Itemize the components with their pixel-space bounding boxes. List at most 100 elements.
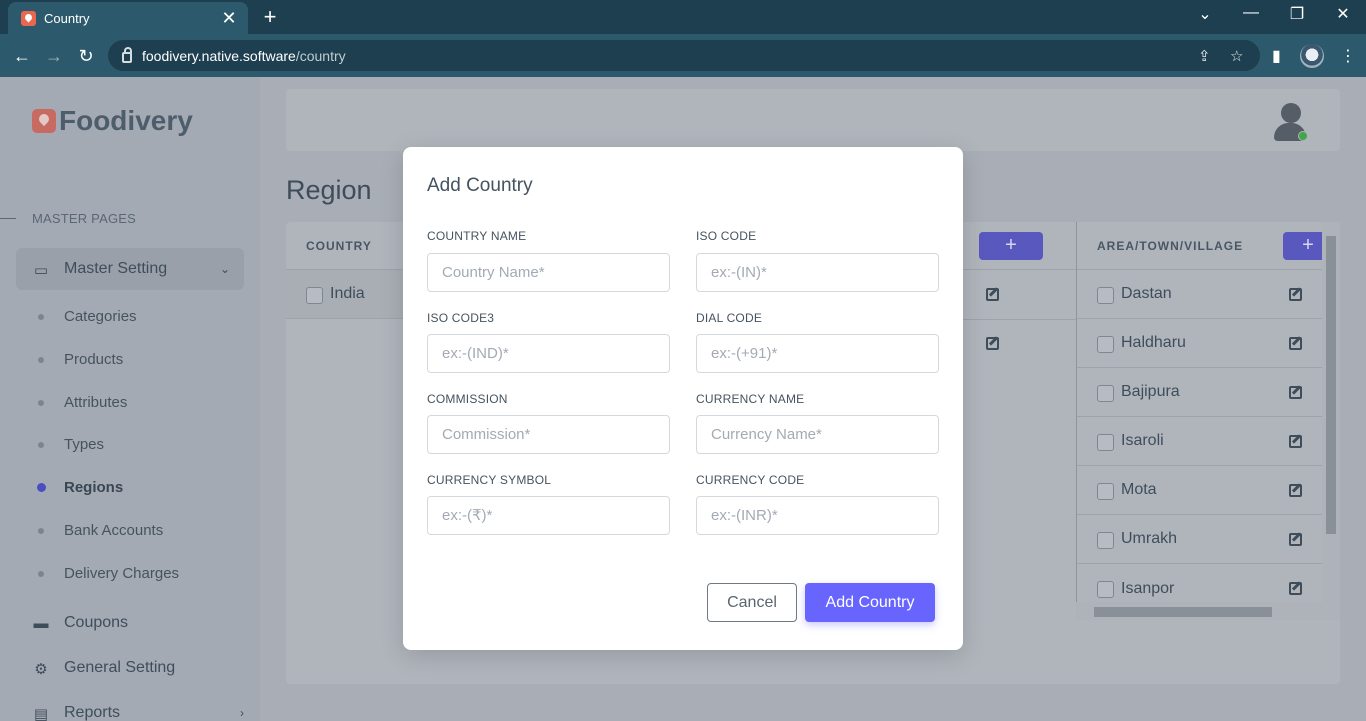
sidebar-item-reports[interactable]: ▤ Reports › <box>32 704 244 721</box>
currency-name-input[interactable] <box>696 415 939 454</box>
row-checkbox[interactable] <box>1097 531 1114 549</box>
area-name: Dastan <box>1121 285 1172 302</box>
browser-tab-bar: Country ✕ + ⌄ — ❐ ✕ <box>0 0 1366 34</box>
tab-search-icon[interactable]: ⌄ <box>1190 4 1220 24</box>
logo-text: Foodivery <box>59 105 193 136</box>
edit-icon[interactable] <box>1289 435 1302 448</box>
edit-icon[interactable] <box>986 337 999 350</box>
logo[interactable]: Foodivery <box>32 105 193 137</box>
row-checkbox[interactable] <box>1097 335 1114 353</box>
sidebar-item-products[interactable]: Products <box>38 351 123 368</box>
sidebar-item-types[interactable]: Types <box>38 436 104 453</box>
chevron-right-icon: › <box>240 706 244 720</box>
area-name: Haldharu <box>1121 334 1186 351</box>
edit-icon[interactable] <box>1289 337 1302 350</box>
sidebar-item-delivery-charges[interactable]: Delivery Charges <box>38 565 179 582</box>
country-name-label: COUNTRY NAME <box>427 229 527 243</box>
dial-code-label: DIAL CODE <box>696 311 763 325</box>
modal-title: Add Country <box>427 175 533 196</box>
vertical-scrollbar[interactable] <box>1322 222 1340 620</box>
bullet-icon <box>38 313 44 320</box>
horizontal-scrollbar[interactable] <box>1076 602 1324 620</box>
user-avatar-icon[interactable] <box>1274 103 1308 141</box>
bullet-icon <box>38 570 44 577</box>
iso-code-label: ISO CODE <box>696 229 757 243</box>
profile-avatar-icon[interactable] <box>1300 44 1324 68</box>
area-name: Umrakh <box>1121 530 1178 547</box>
row-checkbox[interactable] <box>1097 433 1114 451</box>
row-checkbox[interactable] <box>1097 384 1114 402</box>
table-row[interactable]: Bajipura <box>1077 368 1324 417</box>
currency-symbol-input[interactable] <box>427 496 670 535</box>
sidebar-item-label: Coupons <box>64 614 129 631</box>
add-state-button[interactable]: + <box>979 232 1043 260</box>
sidebar-item-regions[interactable]: Regions <box>37 479 123 496</box>
row-checkbox[interactable] <box>1097 286 1114 304</box>
page-title: Region <box>286 175 372 205</box>
sidebar-item-label: Products <box>64 351 124 368</box>
edit-icon[interactable] <box>1289 288 1302 301</box>
ticket-icon: ▬ <box>33 615 49 632</box>
iso-code3-input[interactable] <box>427 334 670 373</box>
add-country-button[interactable]: Add Country <box>805 583 935 622</box>
address-bar[interactable]: foodivery.native.software/country ⇪ ☆ <box>108 40 1260 71</box>
commission-input[interactable] <box>427 415 670 454</box>
row-checkbox[interactable] <box>1097 482 1114 500</box>
country-name-input[interactable] <box>427 253 670 292</box>
reload-icon[interactable]: ↻ <box>73 43 99 69</box>
sidebar-item-label: Bank Accounts <box>64 522 164 539</box>
row-checkbox[interactable] <box>1097 581 1114 598</box>
sidebar-item-label: Reports <box>64 704 121 721</box>
sidebar-item-label: Delivery Charges <box>64 565 180 582</box>
area-name: Bajipura <box>1121 383 1180 400</box>
table-row[interactable]: Mota <box>1077 466 1324 515</box>
area-name: Isaroli <box>1121 432 1164 449</box>
section-label: MASTER PAGES <box>32 211 137 226</box>
url-path: /country <box>295 47 346 64</box>
table-row[interactable]: Isaroli <box>1077 417 1324 466</box>
table-row[interactable]: Umrakh <box>1077 515 1324 564</box>
sidebar-item-general-setting[interactable]: ⚙ General Setting <box>32 659 244 678</box>
currency-code-input[interactable] <box>696 496 939 535</box>
forward-icon[interactable]: → <box>41 43 67 69</box>
table-row[interactable]: Haldharu <box>1077 319 1324 368</box>
edit-icon[interactable] <box>1289 533 1302 546</box>
logo-pin-icon <box>32 109 56 133</box>
row-checkbox[interactable] <box>306 286 323 304</box>
tab-close-icon[interactable]: ✕ <box>220 8 238 29</box>
book-icon: ▭ <box>33 262 49 279</box>
browser-menu-icon[interactable]: ⋮ <box>1340 46 1356 66</box>
side-panel-icon[interactable]: ▮ <box>1272 46 1281 66</box>
bullet-icon <box>38 399 44 406</box>
browser-tab[interactable]: Country ✕ <box>8 2 248 34</box>
share-icon[interactable]: ⇪ <box>1198 47 1211 65</box>
sidebar-item-bank-accounts[interactable]: Bank Accounts <box>38 522 163 539</box>
sidebar: Foodivery MASTER PAGES ▭ Master Setting … <box>0 77 260 721</box>
edit-icon[interactable] <box>1289 386 1302 399</box>
sidebar-item-categories[interactable]: Categories <box>38 308 137 325</box>
minimize-icon[interactable]: — <box>1236 4 1266 22</box>
bullet-icon <box>38 441 44 448</box>
back-icon[interactable]: ← <box>9 43 35 69</box>
sidebar-item-label: Types <box>64 436 105 453</box>
dial-code-input[interactable] <box>696 334 939 373</box>
bookmark-star-icon[interactable]: ☆ <box>1230 47 1243 65</box>
sidebar-item-label: Attributes <box>64 394 128 411</box>
sidebar-item-attributes[interactable]: Attributes <box>38 394 127 411</box>
new-tab-button[interactable]: + <box>258 4 282 30</box>
browser-toolbar: ← → ↻ foodivery.native.software/country … <box>0 34 1366 77</box>
edit-icon[interactable] <box>1289 484 1302 497</box>
edit-icon[interactable] <box>1289 582 1302 595</box>
cancel-button[interactable]: Cancel <box>707 583 797 622</box>
tab-title: Country <box>44 10 90 26</box>
report-icon: ▤ <box>33 706 49 721</box>
iso-code-input[interactable] <box>696 253 939 292</box>
window-close-icon[interactable]: ✕ <box>1328 4 1358 24</box>
active-bullet-icon <box>37 483 46 492</box>
edit-icon[interactable] <box>986 288 999 301</box>
lock-icon[interactable] <box>122 47 132 63</box>
restore-icon[interactable]: ❐ <box>1282 4 1312 24</box>
table-row[interactable]: Dastan <box>1077 270 1324 319</box>
sidebar-item-coupons[interactable]: ▬ Coupons <box>32 614 244 632</box>
sidebar-item-master-setting[interactable]: ▭ Master Setting ⌄ <box>16 248 244 290</box>
